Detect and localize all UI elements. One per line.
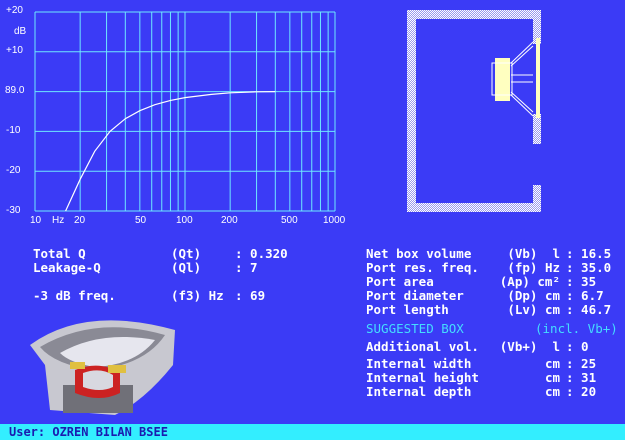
additional-volume-value: : 0	[566, 339, 589, 354]
suggested-box-note: (incl. Vb+)	[535, 321, 618, 336]
total-q-label: Total Q	[33, 246, 86, 261]
f3-symbol: (f3) Hz	[171, 288, 224, 303]
port-area-label: Port area	[366, 274, 434, 289]
internal-width-value: : 25	[566, 356, 597, 371]
enclosure-diagram	[407, 10, 541, 212]
port-length-unit: (Lv) cm	[507, 302, 560, 317]
leakage-q-symbol: (Ql)	[171, 260, 202, 275]
port-res-freq-value: : 35.0	[566, 260, 612, 275]
port-area-unit: (Ap) cm²	[499, 274, 560, 289]
port-diameter-value: : 6.7	[566, 288, 604, 303]
additional-volume-unit: (Vb+) l	[499, 339, 560, 354]
internal-height-value: : 31	[566, 370, 597, 385]
net-box-volume-unit: (Vb) l	[507, 246, 560, 261]
port-length-value: : 46.7	[566, 302, 612, 317]
leakage-q-value: : 7	[235, 260, 258, 275]
user-label: User: OZREN BILAN BSEE	[9, 425, 168, 439]
box-walls	[407, 10, 541, 212]
speaker-cutaway-image	[30, 320, 175, 415]
driver-icon	[491, 38, 540, 118]
internal-height-label: Internal height	[366, 370, 479, 385]
port-res-freq-label: Port res. freq.	[366, 260, 479, 275]
internal-width-unit: cm	[544, 356, 560, 371]
internal-width-label: Internal width	[366, 356, 472, 371]
port-length-label: Port length	[366, 302, 449, 317]
port-area-value: : 35	[566, 274, 597, 289]
port-res-freq-unit: (fp) Hz	[507, 260, 560, 275]
internal-depth-unit: cm	[544, 384, 560, 399]
port-diameter-label: Port diameter	[366, 288, 464, 303]
net-box-volume-label: Net box volume	[366, 246, 472, 261]
suggested-box-heading: SUGGESTED BOX	[366, 321, 464, 336]
f3-value: : 69	[235, 288, 266, 303]
f3-label: -3 dB freq.	[33, 288, 116, 303]
additional-volume-label: Additional vol.	[366, 339, 479, 354]
internal-depth-value: : 20	[566, 384, 597, 399]
status-bar: User: OZREN BILAN BSEE	[0, 424, 625, 440]
total-q-value: : 0.320	[235, 246, 288, 261]
internal-height-unit: cm	[544, 370, 560, 385]
net-box-volume-value: : 16.5	[566, 246, 612, 261]
leakage-q-label: Leakage-Q	[33, 260, 101, 275]
internal-depth-label: Internal depth	[366, 384, 472, 399]
port-diameter-unit: (Dp) cm	[507, 288, 560, 303]
total-q-symbol: (Qt)	[171, 246, 202, 261]
